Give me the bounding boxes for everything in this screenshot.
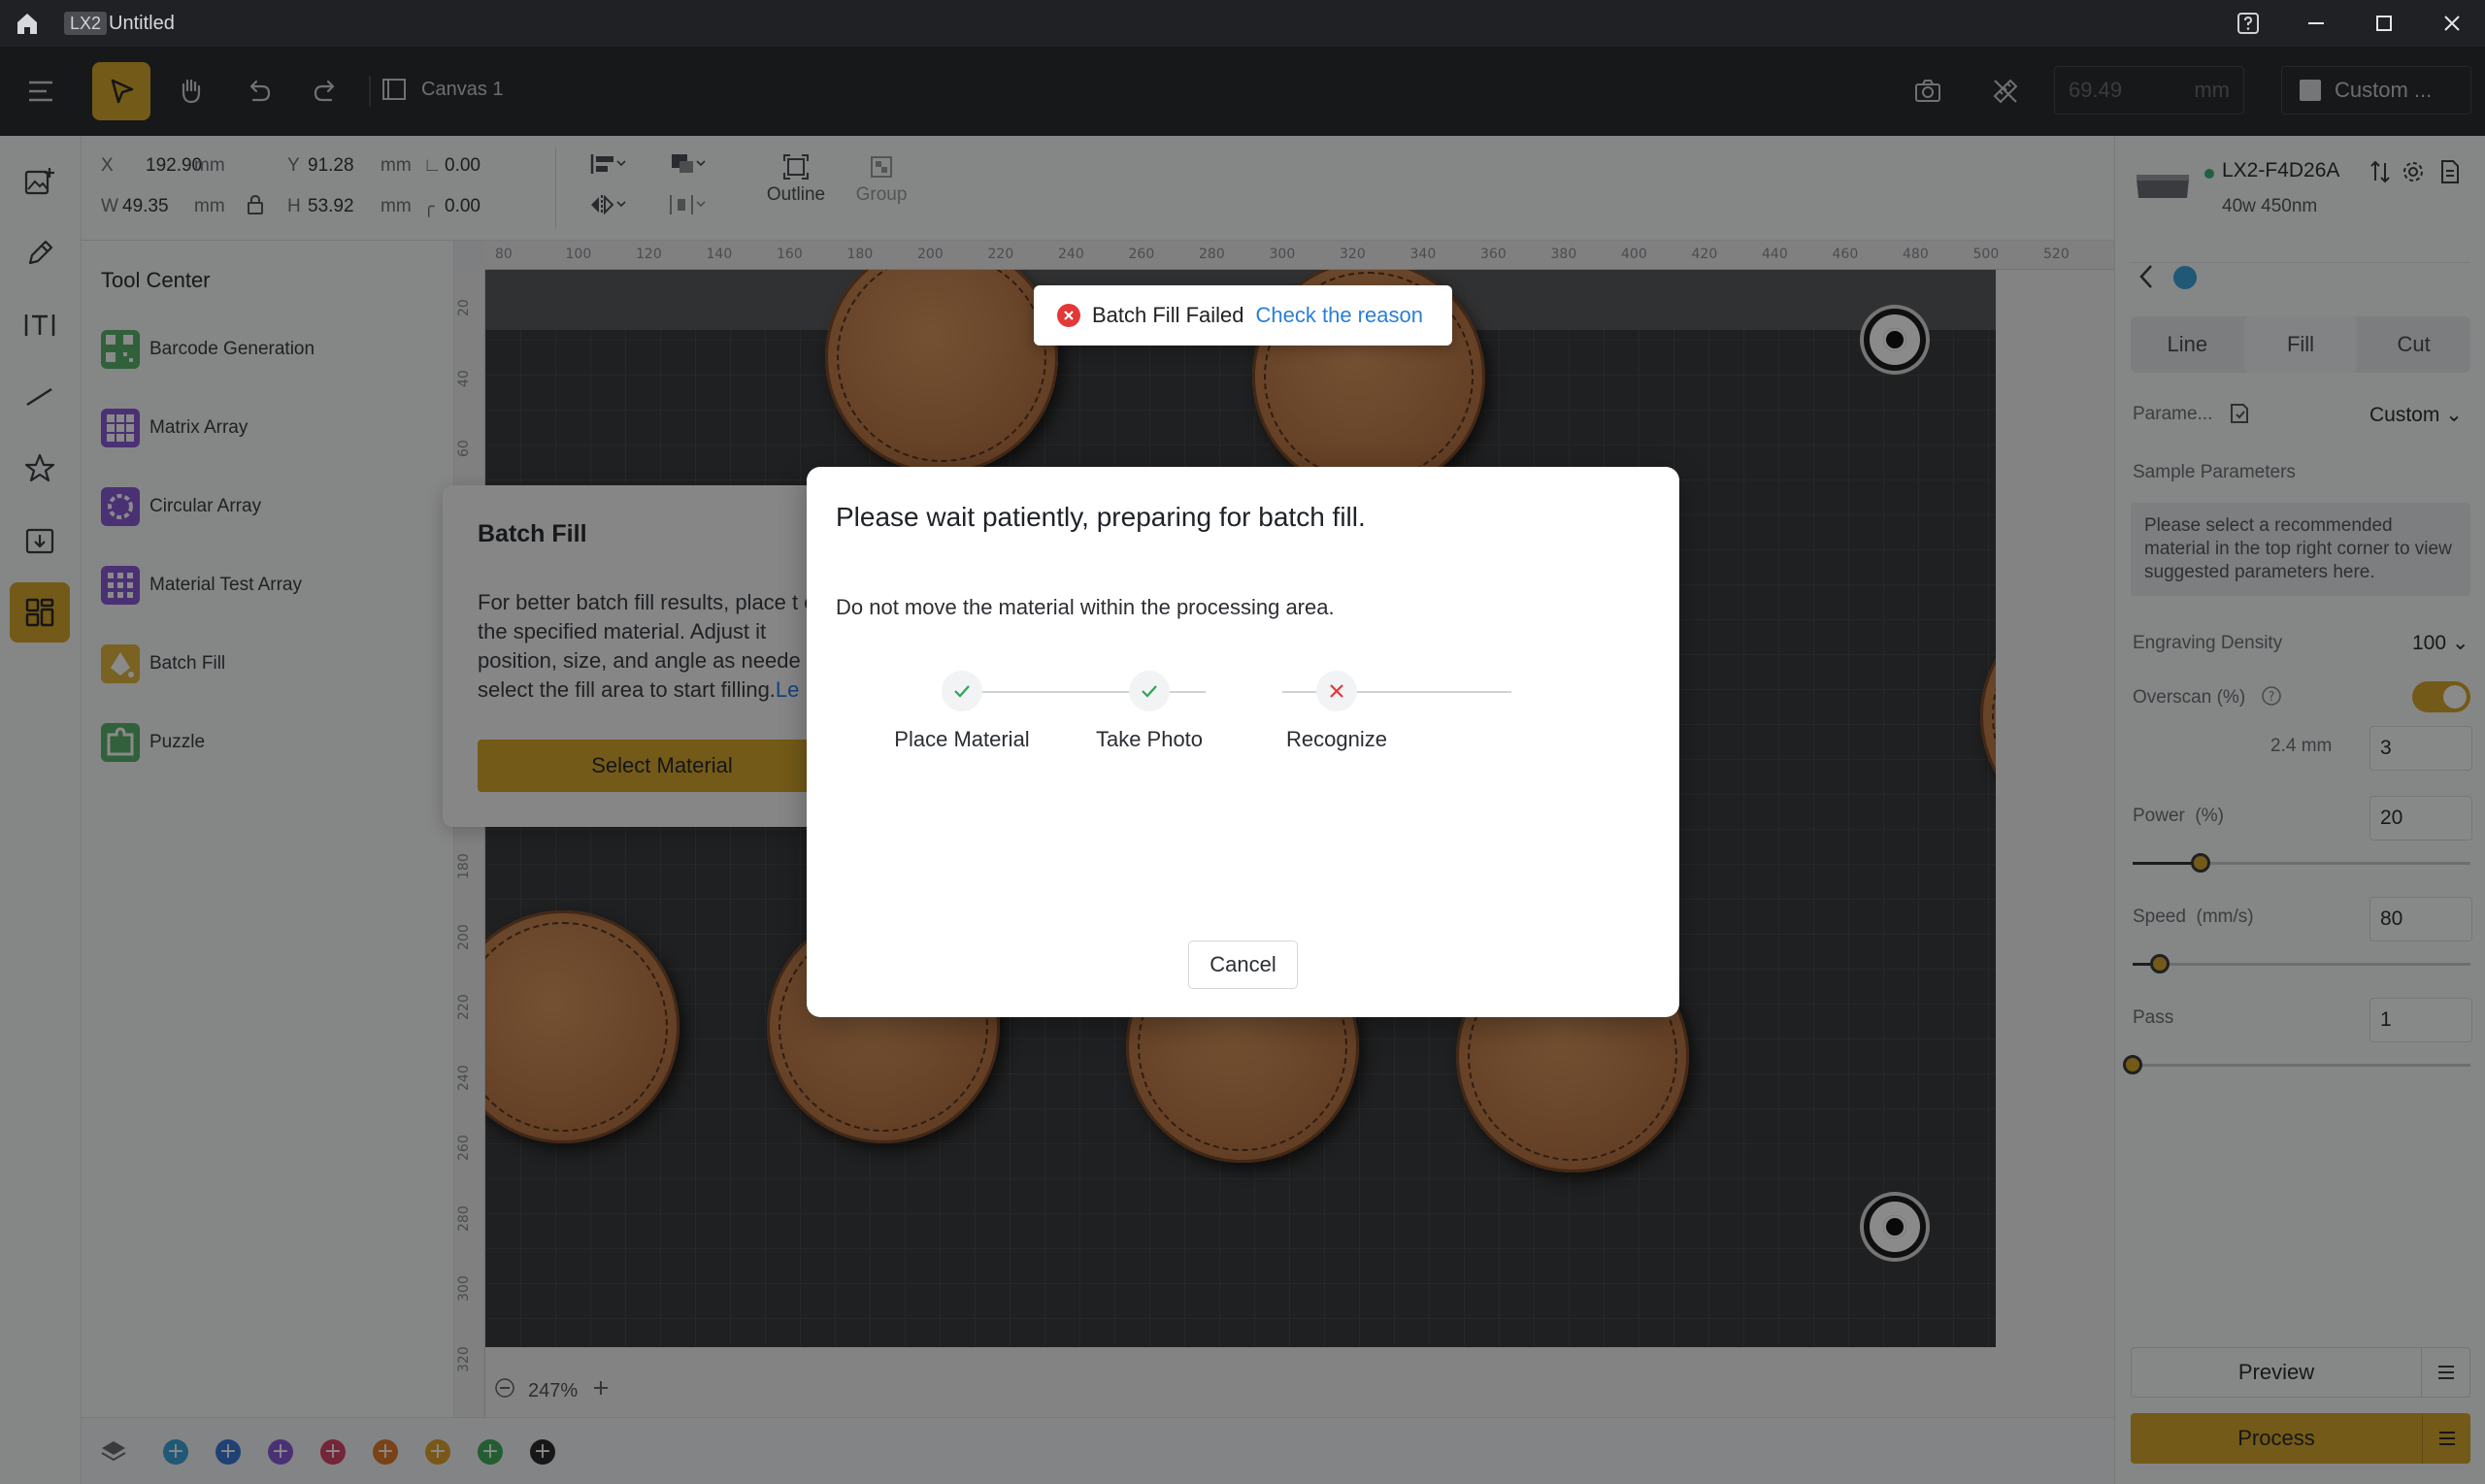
help-icon[interactable] bbox=[2227, 6, 2270, 41]
batch-fill-progress-dialog: Please wait patiently, preparing for bat… bbox=[807, 467, 1679, 1017]
document-title: Untitled bbox=[109, 13, 175, 34]
title-bar: LX2 Untitled bbox=[0, 0, 2485, 47]
toast-message: Batch Fill Failed bbox=[1092, 303, 1244, 327]
app-badge: LX2 bbox=[64, 12, 108, 35]
check-reason-link[interactable]: Check the reason bbox=[1256, 303, 1423, 328]
minimize-icon[interactable] bbox=[2295, 6, 2337, 41]
step-label: Recognize bbox=[1286, 727, 1387, 751]
maximize-icon[interactable] bbox=[2363, 6, 2405, 41]
progress-step: Recognize bbox=[1240, 671, 1434, 752]
cancel-button[interactable]: Cancel bbox=[1188, 940, 1298, 989]
error-toast: Batch Fill Failed Check the reason bbox=[1034, 285, 1452, 346]
check-icon bbox=[1129, 671, 1170, 711]
error-icon bbox=[1057, 304, 1080, 327]
step-label: Place Material bbox=[894, 727, 1030, 751]
home-icon[interactable] bbox=[12, 8, 43, 39]
close-icon[interactable] bbox=[2431, 6, 2473, 41]
dialog-description: Do not move the material within the proc… bbox=[836, 595, 1335, 619]
error-x-icon bbox=[1316, 671, 1357, 711]
dialog-title: Please wait patiently, preparing for bat… bbox=[836, 502, 1366, 532]
step-label: Take Photo bbox=[1095, 727, 1204, 751]
progress-step: Take Photo bbox=[1052, 671, 1246, 752]
progress-step: Place Material bbox=[865, 671, 1059, 752]
check-icon bbox=[942, 671, 982, 711]
